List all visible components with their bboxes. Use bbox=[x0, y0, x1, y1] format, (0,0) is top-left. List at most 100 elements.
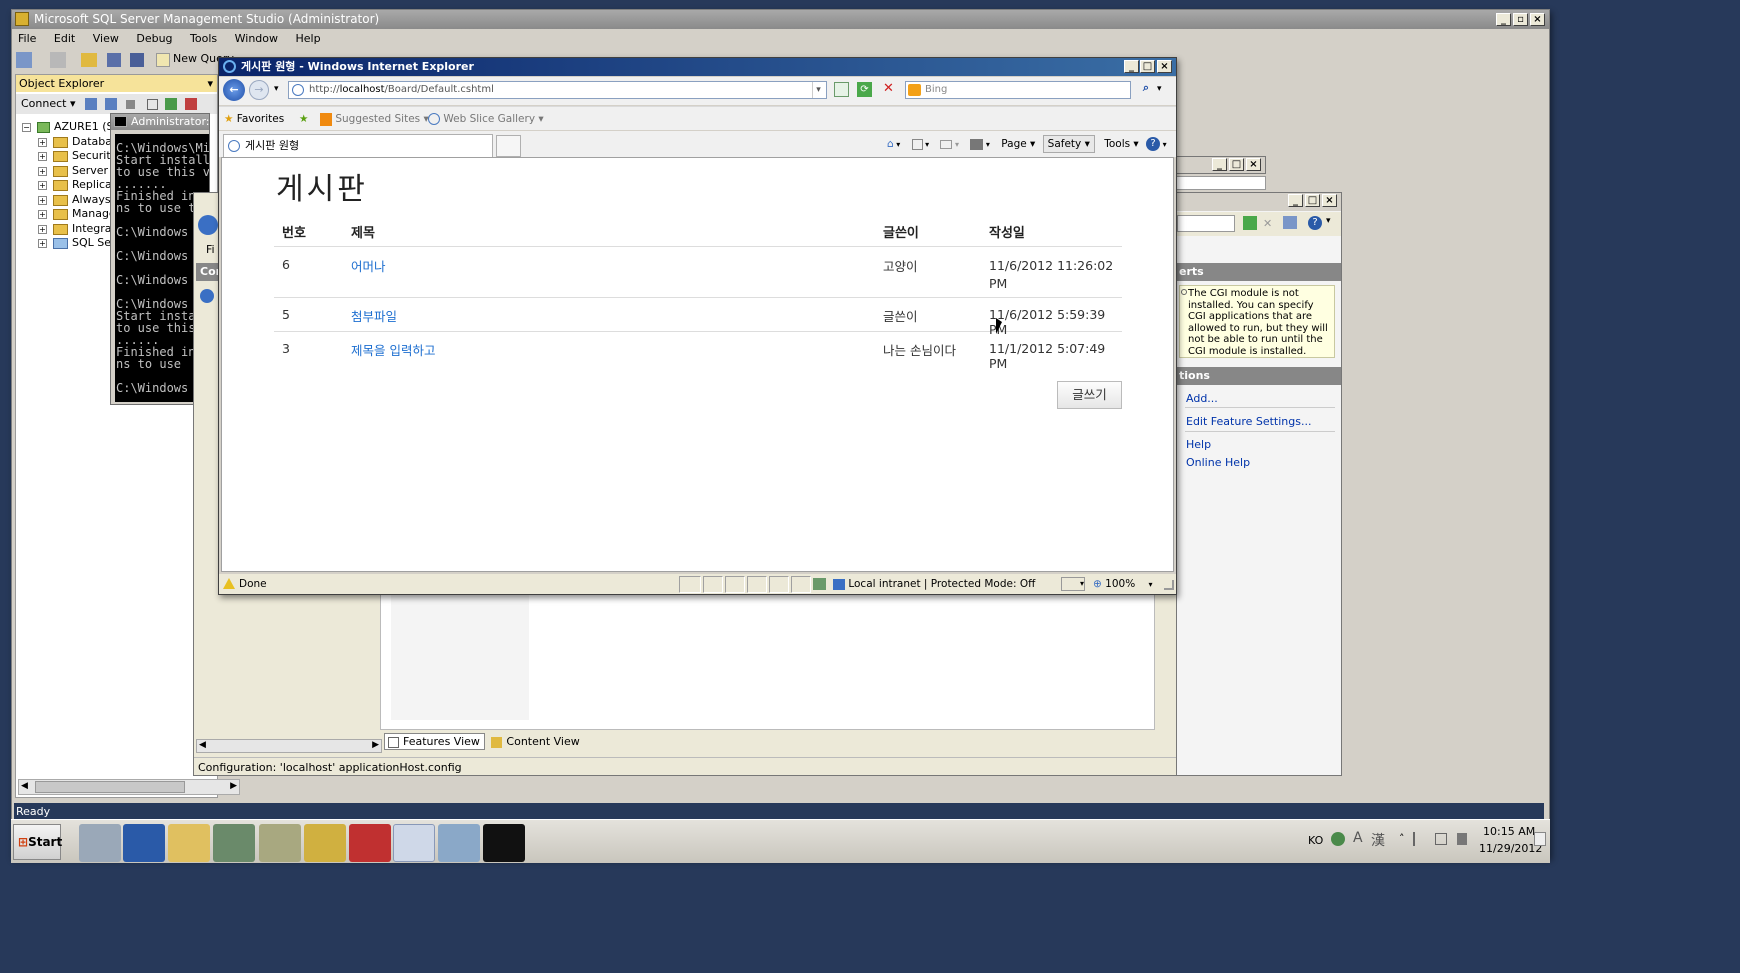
feeds-icon[interactable] bbox=[911, 138, 923, 150]
inner-minimize-button[interactable]: _ bbox=[1212, 158, 1227, 171]
remote-desktop-icon[interactable] bbox=[213, 824, 255, 862]
actions-address-field[interactable] bbox=[1177, 215, 1235, 232]
suggested-sites-link[interactable]: Suggested Sites ▾ bbox=[320, 107, 429, 131]
tree-root[interactable]: − AZURE1 (SQ bbox=[22, 119, 116, 135]
menu-help[interactable]: Help bbox=[296, 32, 321, 45]
stop-nav-icon[interactable]: ✕ bbox=[1263, 217, 1272, 230]
internet-explorer-icon[interactable] bbox=[393, 824, 435, 862]
stop-icon[interactable] bbox=[126, 99, 136, 109]
row-title-link[interactable]: 어머나 bbox=[351, 256, 386, 275]
new-tab-button[interactable] bbox=[496, 135, 521, 157]
show-desktop-icon[interactable] bbox=[1534, 832, 1546, 846]
search-box[interactable]: Bing bbox=[905, 81, 1131, 99]
search-icon[interactable]: ⌕ bbox=[1137, 81, 1155, 99]
actions-maximize-button[interactable]: □ bbox=[1305, 194, 1320, 207]
menu-edit[interactable]: Edit bbox=[54, 32, 75, 45]
disconnect-icon[interactable] bbox=[104, 98, 117, 110]
menu-tools[interactable]: Tools bbox=[190, 32, 217, 45]
back-button[interactable]: ← bbox=[223, 79, 245, 101]
tree-item-replication[interactable]: + Replicati bbox=[38, 177, 116, 193]
iis-file-menu[interactable]: Fi bbox=[206, 243, 215, 256]
save-icon[interactable] bbox=[106, 53, 121, 67]
iis-tree-icon[interactable] bbox=[200, 289, 214, 303]
ssms-titlebar[interactable]: Microsoft SQL Server Management Studio (… bbox=[12, 10, 1549, 29]
connect-button[interactable]: Connect bbox=[21, 97, 66, 110]
active-tab[interactable]: 게시판 원형 bbox=[223, 134, 493, 157]
clock-time[interactable]: 10:15 AM bbox=[1483, 825, 1535, 838]
scroll-right-icon[interactable]: ▶ bbox=[230, 781, 237, 791]
action-online-help[interactable]: Online Help bbox=[1186, 456, 1250, 469]
address-dropdown-icon[interactable]: ▾ bbox=[812, 82, 824, 98]
favorites-button[interactable]: ★ Favorites bbox=[224, 107, 284, 131]
tools-menu[interactable]: Tools ▾ bbox=[1104, 138, 1138, 150]
start-button[interactable]: ⊞Start bbox=[13, 824, 62, 860]
features-view-tab[interactable]: Features View bbox=[384, 733, 485, 750]
content-view-tab[interactable]: Content View bbox=[488, 734, 583, 749]
ie-titlebar[interactable]: 게시판 원형 - Windows Internet Explorer _ □ × bbox=[219, 58, 1176, 76]
actions-close-button[interactable]: × bbox=[1322, 194, 1337, 207]
new-project-icon[interactable] bbox=[16, 52, 32, 68]
home-button-icon[interactable]: ⌂ bbox=[887, 138, 894, 150]
connect-icon[interactable] bbox=[85, 98, 98, 110]
tree-item-management[interactable]: + Manager bbox=[38, 206, 116, 222]
tray-expand-icon[interactable]: ˄ bbox=[1399, 832, 1405, 845]
protected-mode-icon[interactable]: ▾ bbox=[1061, 577, 1085, 591]
new-query-icon[interactable] bbox=[155, 53, 170, 67]
actions-minimize-button[interactable]: _ bbox=[1288, 194, 1303, 207]
ssms-icon[interactable] bbox=[304, 824, 346, 862]
action-help[interactable]: Help bbox=[1186, 438, 1211, 451]
toolbox-icon[interactable] bbox=[349, 824, 391, 862]
forward-button[interactable]: → bbox=[249, 80, 269, 100]
scroll-thumb[interactable] bbox=[35, 781, 185, 793]
iis-left-hscroll[interactable]: ◀ ▶ bbox=[196, 739, 382, 753]
visual-studio-icon[interactable] bbox=[438, 824, 480, 862]
iis-scroll-left-icon[interactable]: ◀ bbox=[199, 740, 206, 750]
language-indicator[interactable]: KO bbox=[1308, 834, 1323, 847]
network-icon[interactable] bbox=[1435, 833, 1447, 845]
scroll-left-icon[interactable]: ◀ bbox=[21, 781, 28, 791]
iis-manager-icon[interactable] bbox=[259, 824, 301, 862]
ie-help-icon[interactable]: ? bbox=[1146, 137, 1161, 151]
clock-date[interactable]: 11/29/2012 bbox=[1479, 842, 1542, 855]
resize-grip-icon[interactable] bbox=[1164, 580, 1174, 590]
mail-icon[interactable] bbox=[940, 139, 953, 149]
oe-options-icon[interactable] bbox=[184, 98, 197, 110]
iis-back-icon[interactable] bbox=[198, 215, 218, 235]
cmd-titlebar[interactable]: Administrator: C bbox=[111, 114, 209, 130]
save-all-icon[interactable] bbox=[130, 53, 144, 67]
connect-dropdown-icon[interactable]: ▾ bbox=[66, 97, 76, 110]
menu-debug[interactable]: Debug bbox=[136, 32, 172, 45]
filter-icon[interactable] bbox=[146, 98, 158, 110]
compat-view-icon[interactable] bbox=[834, 82, 849, 97]
grid-icon[interactable] bbox=[49, 52, 66, 68]
help-dropdown-icon[interactable]: ▾ bbox=[1326, 216, 1331, 226]
panel-dropdown-icon[interactable]: ▾ bbox=[207, 75, 213, 92]
inner-close-button[interactable]: × bbox=[1246, 158, 1261, 171]
explorer-icon[interactable] bbox=[168, 824, 210, 862]
help-icon[interactable]: ? bbox=[1308, 216, 1322, 230]
oe-hscrollbar[interactable]: ◀ ▶ bbox=[18, 779, 240, 795]
row-title-link[interactable]: 첨부파일 bbox=[351, 306, 397, 325]
page-menu[interactable]: Page ▾ bbox=[1001, 138, 1035, 150]
refresh-icon[interactable] bbox=[165, 98, 178, 110]
search-options-icon[interactable]: ▾ bbox=[1157, 84, 1162, 94]
ime-icon[interactable] bbox=[1331, 832, 1345, 846]
add-favorites-icon[interactable]: ★ bbox=[299, 107, 308, 131]
popup-blocker-icon[interactable] bbox=[813, 578, 826, 590]
iis-scroll-right-icon[interactable]: ▶ bbox=[372, 740, 379, 750]
action-edit-feature-settings[interactable]: Edit Feature Settings... bbox=[1186, 415, 1311, 428]
minimize-button[interactable]: _ bbox=[1496, 13, 1511, 26]
home-icon[interactable] bbox=[1283, 216, 1297, 229]
inner-maximize-button[interactable]: □ bbox=[1229, 158, 1244, 171]
restore-button[interactable]: ▫ bbox=[1513, 13, 1528, 26]
stop-page-icon[interactable]: ✕ bbox=[880, 81, 897, 98]
menu-window[interactable]: Window bbox=[235, 32, 278, 45]
tree-item-sql-agent[interactable]: +SQL Serv bbox=[38, 235, 116, 251]
powershell-icon[interactable] bbox=[123, 824, 165, 862]
zoom-control[interactable]: ⊕ 100% ▾ bbox=[1093, 574, 1153, 595]
ime-mode-hanja[interactable]: 漢 bbox=[1371, 830, 1385, 850]
write-button[interactable]: 글쓰기 bbox=[1057, 381, 1122, 409]
row-title-link[interactable]: 제목을 입력하고 bbox=[351, 340, 435, 359]
history-dropdown-icon[interactable]: ▾ bbox=[274, 84, 279, 94]
volume-icon[interactable] bbox=[1457, 833, 1467, 845]
